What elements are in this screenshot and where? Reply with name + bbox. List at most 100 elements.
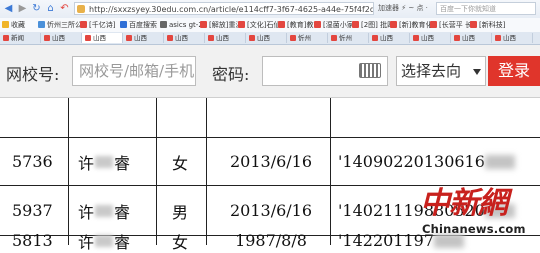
favorite-item[interactable]: [文化]石仙 bbox=[238, 20, 280, 30]
favorite-label: [长营平 长 bbox=[439, 21, 472, 29]
favorite-icon bbox=[200, 21, 207, 28]
browser-tab[interactable]: 山西 bbox=[369, 33, 410, 43]
sex-cell: 女 bbox=[172, 232, 189, 252]
tab-favicon-icon bbox=[331, 35, 337, 41]
favorite-label: asics gt-2 bbox=[169, 21, 203, 29]
student-id-cell: 5937 bbox=[12, 201, 53, 220]
favorite-label: [千亿诗] bbox=[89, 21, 116, 29]
tab-label: 山西 bbox=[380, 34, 393, 42]
id-number-text: '14090220130616 bbox=[338, 152, 485, 171]
birth-date-cell: 1987/8/8 bbox=[235, 231, 307, 250]
browser-search-input[interactable]: 百度一下你就知道 bbox=[436, 2, 536, 15]
url-text: http://sxxzsyey.30edu.com.cn/article/e11… bbox=[89, 5, 373, 14]
destination-value: 选择去向 bbox=[401, 62, 462, 80]
favorite-item[interactable]: 百度搜索 bbox=[120, 20, 157, 30]
name-given-part: 许 bbox=[78, 153, 95, 173]
favorite-label: 收藏 bbox=[11, 21, 25, 29]
favorite-label: [湿菌小家 bbox=[323, 21, 354, 29]
favorite-icon bbox=[80, 21, 87, 28]
favorite-icon bbox=[278, 21, 285, 28]
tab-favicon-icon bbox=[290, 35, 296, 41]
tab-favicon-icon bbox=[126, 35, 132, 41]
browser-address-bar: ◀ ▶ ↻ ⌂ ↶ http://sxxzsyey.30edu.com.cn/a… bbox=[0, 0, 540, 19]
browser-tab[interactable]: 山西 bbox=[164, 33, 205, 43]
refresh-icon[interactable]: ↻ bbox=[30, 2, 43, 15]
tab-label: 山西 bbox=[134, 34, 147, 42]
name-given-part: 许 bbox=[78, 202, 95, 222]
login-button[interactable]: 登录 bbox=[488, 56, 540, 86]
favorite-icon bbox=[238, 21, 245, 28]
name-given-part: 许 bbox=[78, 232, 95, 252]
site-icon bbox=[77, 5, 85, 13]
account-input[interactable]: 网校号/邮箱/手机 bbox=[72, 56, 196, 86]
tab-favicon-icon bbox=[44, 35, 50, 41]
favorite-label: [新科技] bbox=[479, 21, 506, 29]
browser-tab[interactable]: 山西 bbox=[82, 33, 123, 43]
login-bar: 网校号: 网校号/邮箱/手机 密码: 选择去向 登录 bbox=[0, 45, 540, 98]
favorite-item[interactable]: [解放]重温 bbox=[200, 20, 242, 30]
table-row bbox=[0, 98, 540, 138]
favorite-label: 百度搜索 bbox=[129, 21, 157, 29]
redaction-blur bbox=[95, 204, 114, 217]
favorite-item[interactable]: asics gt-2 bbox=[160, 20, 203, 30]
account-label: 网校号: bbox=[6, 65, 60, 84]
destination-select[interactable]: 选择去向 bbox=[396, 56, 486, 86]
tab-favicon-icon bbox=[85, 35, 91, 41]
tab-label: 山西 bbox=[462, 34, 475, 42]
chinanews-watermark: 中新網 Chinanews.com bbox=[418, 178, 536, 242]
student-id-cell: 5813 bbox=[12, 231, 53, 250]
browser-tab[interactable]: 山西 bbox=[492, 33, 533, 43]
tab-favicon-icon bbox=[167, 35, 173, 41]
browser-tab-bar: 新闻 山西 山西 山西 山西 山西 山西 忻州 忻州 山西 山西 山西 山西 bbox=[0, 32, 540, 45]
forward-icon[interactable]: ▶ bbox=[16, 2, 29, 15]
browser-tab[interactable]: 山西 bbox=[410, 33, 451, 43]
browser-tab[interactable]: 山西 bbox=[451, 33, 492, 43]
name-last-part: 睿 bbox=[114, 232, 131, 252]
favorite-item[interactable]: [新]教育化 bbox=[390, 20, 432, 30]
favorite-item[interactable]: [湿菌小家 bbox=[314, 20, 354, 30]
birth-date-cell: 2013/6/16 bbox=[229, 201, 313, 220]
undo-icon[interactable]: ↶ bbox=[58, 2, 71, 15]
back-icon[interactable]: ◀ bbox=[2, 2, 15, 15]
browser-tab[interactable]: 山西 bbox=[205, 33, 246, 43]
tab-label: 山西 bbox=[216, 34, 229, 42]
sex-cell: 女 bbox=[172, 153, 189, 173]
browser-tab[interactable]: 山西 bbox=[41, 33, 82, 43]
keyboard-icon[interactable] bbox=[359, 63, 381, 78]
address-bar-tools[interactable]: 加速器 ⚡ ~ 点 · bbox=[378, 3, 428, 13]
tab-label: 新闻 bbox=[11, 34, 24, 42]
watermark-logo: 中新網 bbox=[420, 186, 508, 221]
favorite-icon bbox=[314, 21, 321, 28]
favorite-icon bbox=[38, 21, 45, 28]
url-input[interactable]: http://sxxzsyey.30edu.com.cn/article/e11… bbox=[74, 2, 374, 15]
watermark-text: Chinanews.com bbox=[422, 222, 526, 236]
browser-tab[interactable]: 山西 bbox=[246, 33, 287, 43]
tab-label: 山西 bbox=[503, 34, 516, 42]
tab-label: 山西 bbox=[52, 34, 65, 42]
favorite-label: [文化]石仙 bbox=[247, 21, 281, 29]
favorite-item[interactable]: 忻州三所公 bbox=[38, 20, 82, 30]
browser-tab[interactable]: 忻州 bbox=[328, 33, 369, 43]
student-id-cell: 5736 bbox=[12, 152, 53, 171]
favorite-item[interactable]: [新科技] bbox=[470, 20, 505, 30]
redaction-blur bbox=[95, 155, 114, 168]
tab-label: 忻州 bbox=[339, 34, 352, 42]
browser-tab[interactable]: 忻州 bbox=[287, 33, 328, 43]
favorite-label: 忻州三所公 bbox=[47, 21, 82, 29]
favorite-icon bbox=[470, 21, 477, 28]
favorite-item[interactable]: 收藏 bbox=[2, 20, 25, 30]
browser-tab[interactable]: 山西 bbox=[123, 33, 164, 43]
browser-tab[interactable]: 新闻 bbox=[0, 33, 41, 43]
tab-favicon-icon bbox=[249, 35, 255, 41]
favorite-icon bbox=[160, 21, 167, 28]
home-icon[interactable]: ⌂ bbox=[44, 2, 57, 15]
student-name-cell: 许睿 bbox=[78, 233, 130, 252]
favorite-item[interactable]: [2图] 批四 bbox=[352, 20, 394, 30]
favorite-item[interactable]: [千亿诗] bbox=[80, 20, 115, 30]
favorite-label: [新]教育化 bbox=[399, 21, 433, 29]
tab-favicon-icon bbox=[208, 35, 214, 41]
tab-label: 山西 bbox=[93, 34, 106, 42]
favorite-item[interactable]: [长营平 长 bbox=[430, 20, 472, 30]
chevron-down-icon bbox=[473, 69, 481, 75]
tab-label: 山西 bbox=[421, 34, 434, 42]
